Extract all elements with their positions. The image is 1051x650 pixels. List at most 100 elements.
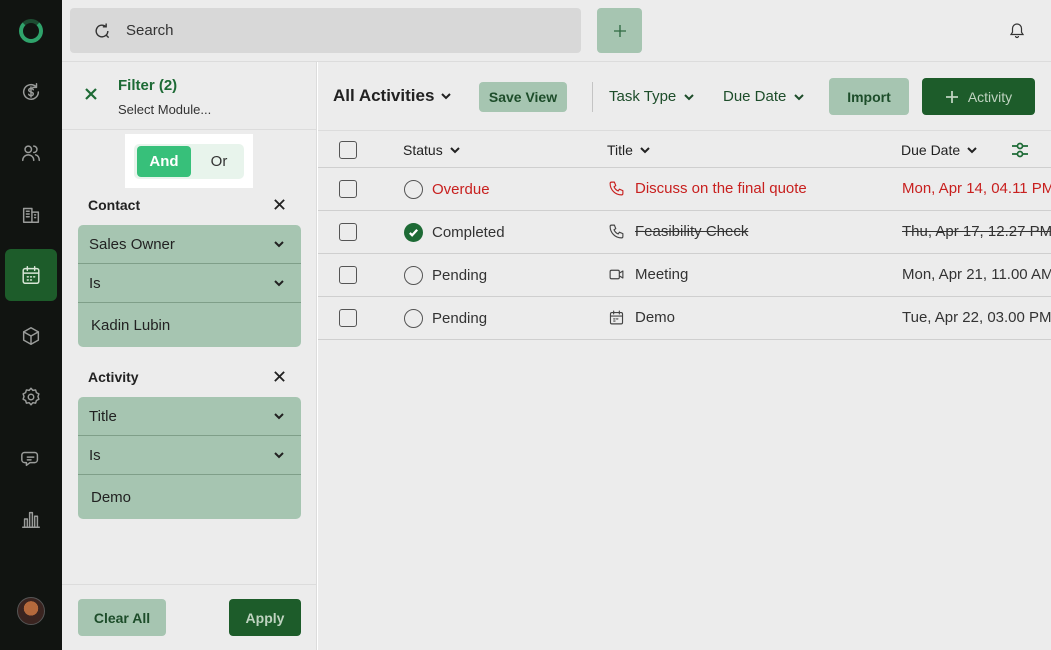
- clear-all-button[interactable]: Clear All: [78, 599, 166, 636]
- chevron-down-icon: [794, 93, 805, 100]
- title-cell[interactable]: Discuss on the final quote: [608, 180, 807, 197]
- status-label: Completed: [432, 224, 505, 241]
- check-icon: [409, 228, 419, 237]
- value-label: Kadin Lubin: [91, 316, 171, 334]
- close-filter-button[interactable]: [84, 87, 98, 101]
- activity-title: Feasibility Check: [635, 223, 749, 240]
- box-icon: [22, 327, 40, 345]
- bar-chart-icon: [22, 511, 40, 528]
- nav-deals[interactable]: [5, 66, 57, 118]
- table-row[interactable]: Pending Meeting Mon, Apr 21, 11.00 AM: [318, 254, 1051, 297]
- nav-contacts[interactable]: [5, 127, 57, 179]
- logic-toggle: And Or: [134, 144, 244, 179]
- remove-contact-filter-button[interactable]: [273, 198, 287, 212]
- remove-activity-filter-button[interactable]: [273, 370, 287, 384]
- due-date-cell: Tue, Apr 22, 03.00 PM: [902, 309, 1051, 326]
- title-cell[interactable]: Demo: [608, 309, 675, 326]
- status-pending-icon[interactable]: [404, 180, 423, 199]
- column-settings-button[interactable]: [1010, 140, 1030, 160]
- table-row[interactable]: Completed Feasibility Check Thu, Apr 17,…: [318, 211, 1051, 254]
- chevron-down-icon: [640, 147, 650, 154]
- nav-messages[interactable]: [5, 432, 57, 484]
- chevron-down-icon: [274, 241, 284, 248]
- due-date-cell: Mon, Apr 14, 04.11 PM: [902, 180, 1051, 197]
- operator-label: Is: [89, 446, 101, 464]
- select-module-dropdown[interactable]: Select Module...: [118, 102, 211, 117]
- gear-icon: [22, 387, 40, 406]
- activity-operator-dropdown[interactable]: Is: [78, 436, 301, 475]
- value-label: Demo: [91, 488, 132, 506]
- contact-value-field[interactable]: Kadin Lubin: [78, 303, 301, 347]
- nav-settings[interactable]: [5, 371, 57, 423]
- app-logo-icon[interactable]: [19, 19, 43, 43]
- activities-main: All Activities Save View Task Type Due D…: [318, 62, 1051, 650]
- close-icon: [274, 199, 285, 210]
- due-date-header-label: Due Date: [901, 142, 961, 158]
- table-row[interactable]: Overdue Discuss on the final quote Mon, …: [318, 168, 1051, 211]
- quick-add-button[interactable]: [597, 8, 642, 53]
- row-checkbox[interactable]: [339, 266, 357, 284]
- search-input[interactable]: Search: [70, 8, 581, 53]
- logic-or-button[interactable]: Or: [198, 146, 240, 177]
- save-view-button[interactable]: Save View: [479, 82, 567, 112]
- view-title: All Activities: [333, 86, 435, 105]
- nav-activities[interactable]: [5, 249, 57, 301]
- notifications-button[interactable]: [1008, 21, 1028, 41]
- list-toolbar: All Activities Save View Task Type Due D…: [318, 62, 1051, 130]
- due-date-filter[interactable]: Due Date: [723, 88, 805, 105]
- task-type-filter[interactable]: Task Type: [609, 88, 695, 105]
- title-cell[interactable]: Feasibility Check: [608, 223, 748, 240]
- add-activity-button[interactable]: Activity: [922, 78, 1035, 115]
- status-column-header[interactable]: Status: [403, 142, 461, 158]
- users-icon: [22, 145, 40, 162]
- status-label: Pending: [432, 267, 488, 284]
- chevron-down-icon: [449, 147, 460, 154]
- chevron-down-icon: [274, 413, 284, 420]
- add-activity-label: Activity: [967, 88, 1013, 105]
- row-checkbox[interactable]: [339, 223, 357, 241]
- status-cell: Completed: [404, 223, 505, 242]
- nav-companies[interactable]: [5, 188, 57, 240]
- user-avatar[interactable]: [17, 597, 45, 625]
- due-date-cell: Mon, Apr 21, 11.00 AM: [902, 266, 1051, 283]
- contact-operator-dropdown[interactable]: Is: [78, 264, 301, 303]
- status-pending-icon[interactable]: [404, 309, 423, 328]
- dollar-cycle-icon: [23, 83, 40, 100]
- close-icon: [274, 371, 285, 382]
- status-label: Overdue: [432, 181, 490, 198]
- import-button[interactable]: Import: [829, 78, 909, 115]
- status-header-label: Status: [403, 142, 443, 158]
- apply-button[interactable]: Apply: [229, 599, 301, 636]
- logic-and-button[interactable]: And: [137, 146, 191, 177]
- due-date-cell: Thu, Apr 17, 12.27 PM: [902, 223, 1051, 240]
- view-selector[interactable]: All Activities: [333, 86, 452, 106]
- status-cell: Overdue: [404, 180, 490, 199]
- activity-filter-group: Title Is Demo: [78, 397, 301, 519]
- plus-icon: [945, 90, 958, 103]
- select-all-checkbox[interactable]: [339, 141, 357, 159]
- close-icon: [85, 88, 97, 100]
- title-cell[interactable]: Meeting: [608, 266, 688, 283]
- video-icon: [609, 269, 624, 280]
- bell-icon: [1009, 23, 1025, 39]
- due-date-column-header[interactable]: Due Date: [901, 142, 978, 158]
- task-type-label: Task Type: [609, 88, 677, 105]
- status-pending-icon[interactable]: [404, 266, 423, 285]
- filter-title: Filter (2): [118, 77, 178, 94]
- activity-title: Demo: [635, 309, 676, 326]
- activity-field-dropdown[interactable]: Title: [78, 397, 301, 436]
- title-column-header[interactable]: Title: [607, 142, 651, 158]
- row-checkbox[interactable]: [339, 309, 357, 327]
- nav-products[interactable]: [5, 310, 57, 362]
- activity-value-field[interactable]: Demo: [78, 475, 301, 519]
- status-label: Pending: [432, 310, 488, 327]
- table-header: Status Title Due Date: [318, 130, 1051, 168]
- chevron-down-icon: [274, 452, 284, 459]
- nav-reports[interactable]: [5, 493, 57, 545]
- operator-label: Is: [89, 274, 101, 292]
- due-date-label: Due Date: [723, 88, 787, 105]
- table-row[interactable]: Pending Demo Tue, Apr 22, 03.00 PM: [318, 297, 1051, 340]
- status-completed-icon[interactable]: [404, 223, 423, 242]
- row-checkbox[interactable]: [339, 180, 357, 198]
- contact-field-dropdown[interactable]: Sales Owner: [78, 225, 301, 264]
